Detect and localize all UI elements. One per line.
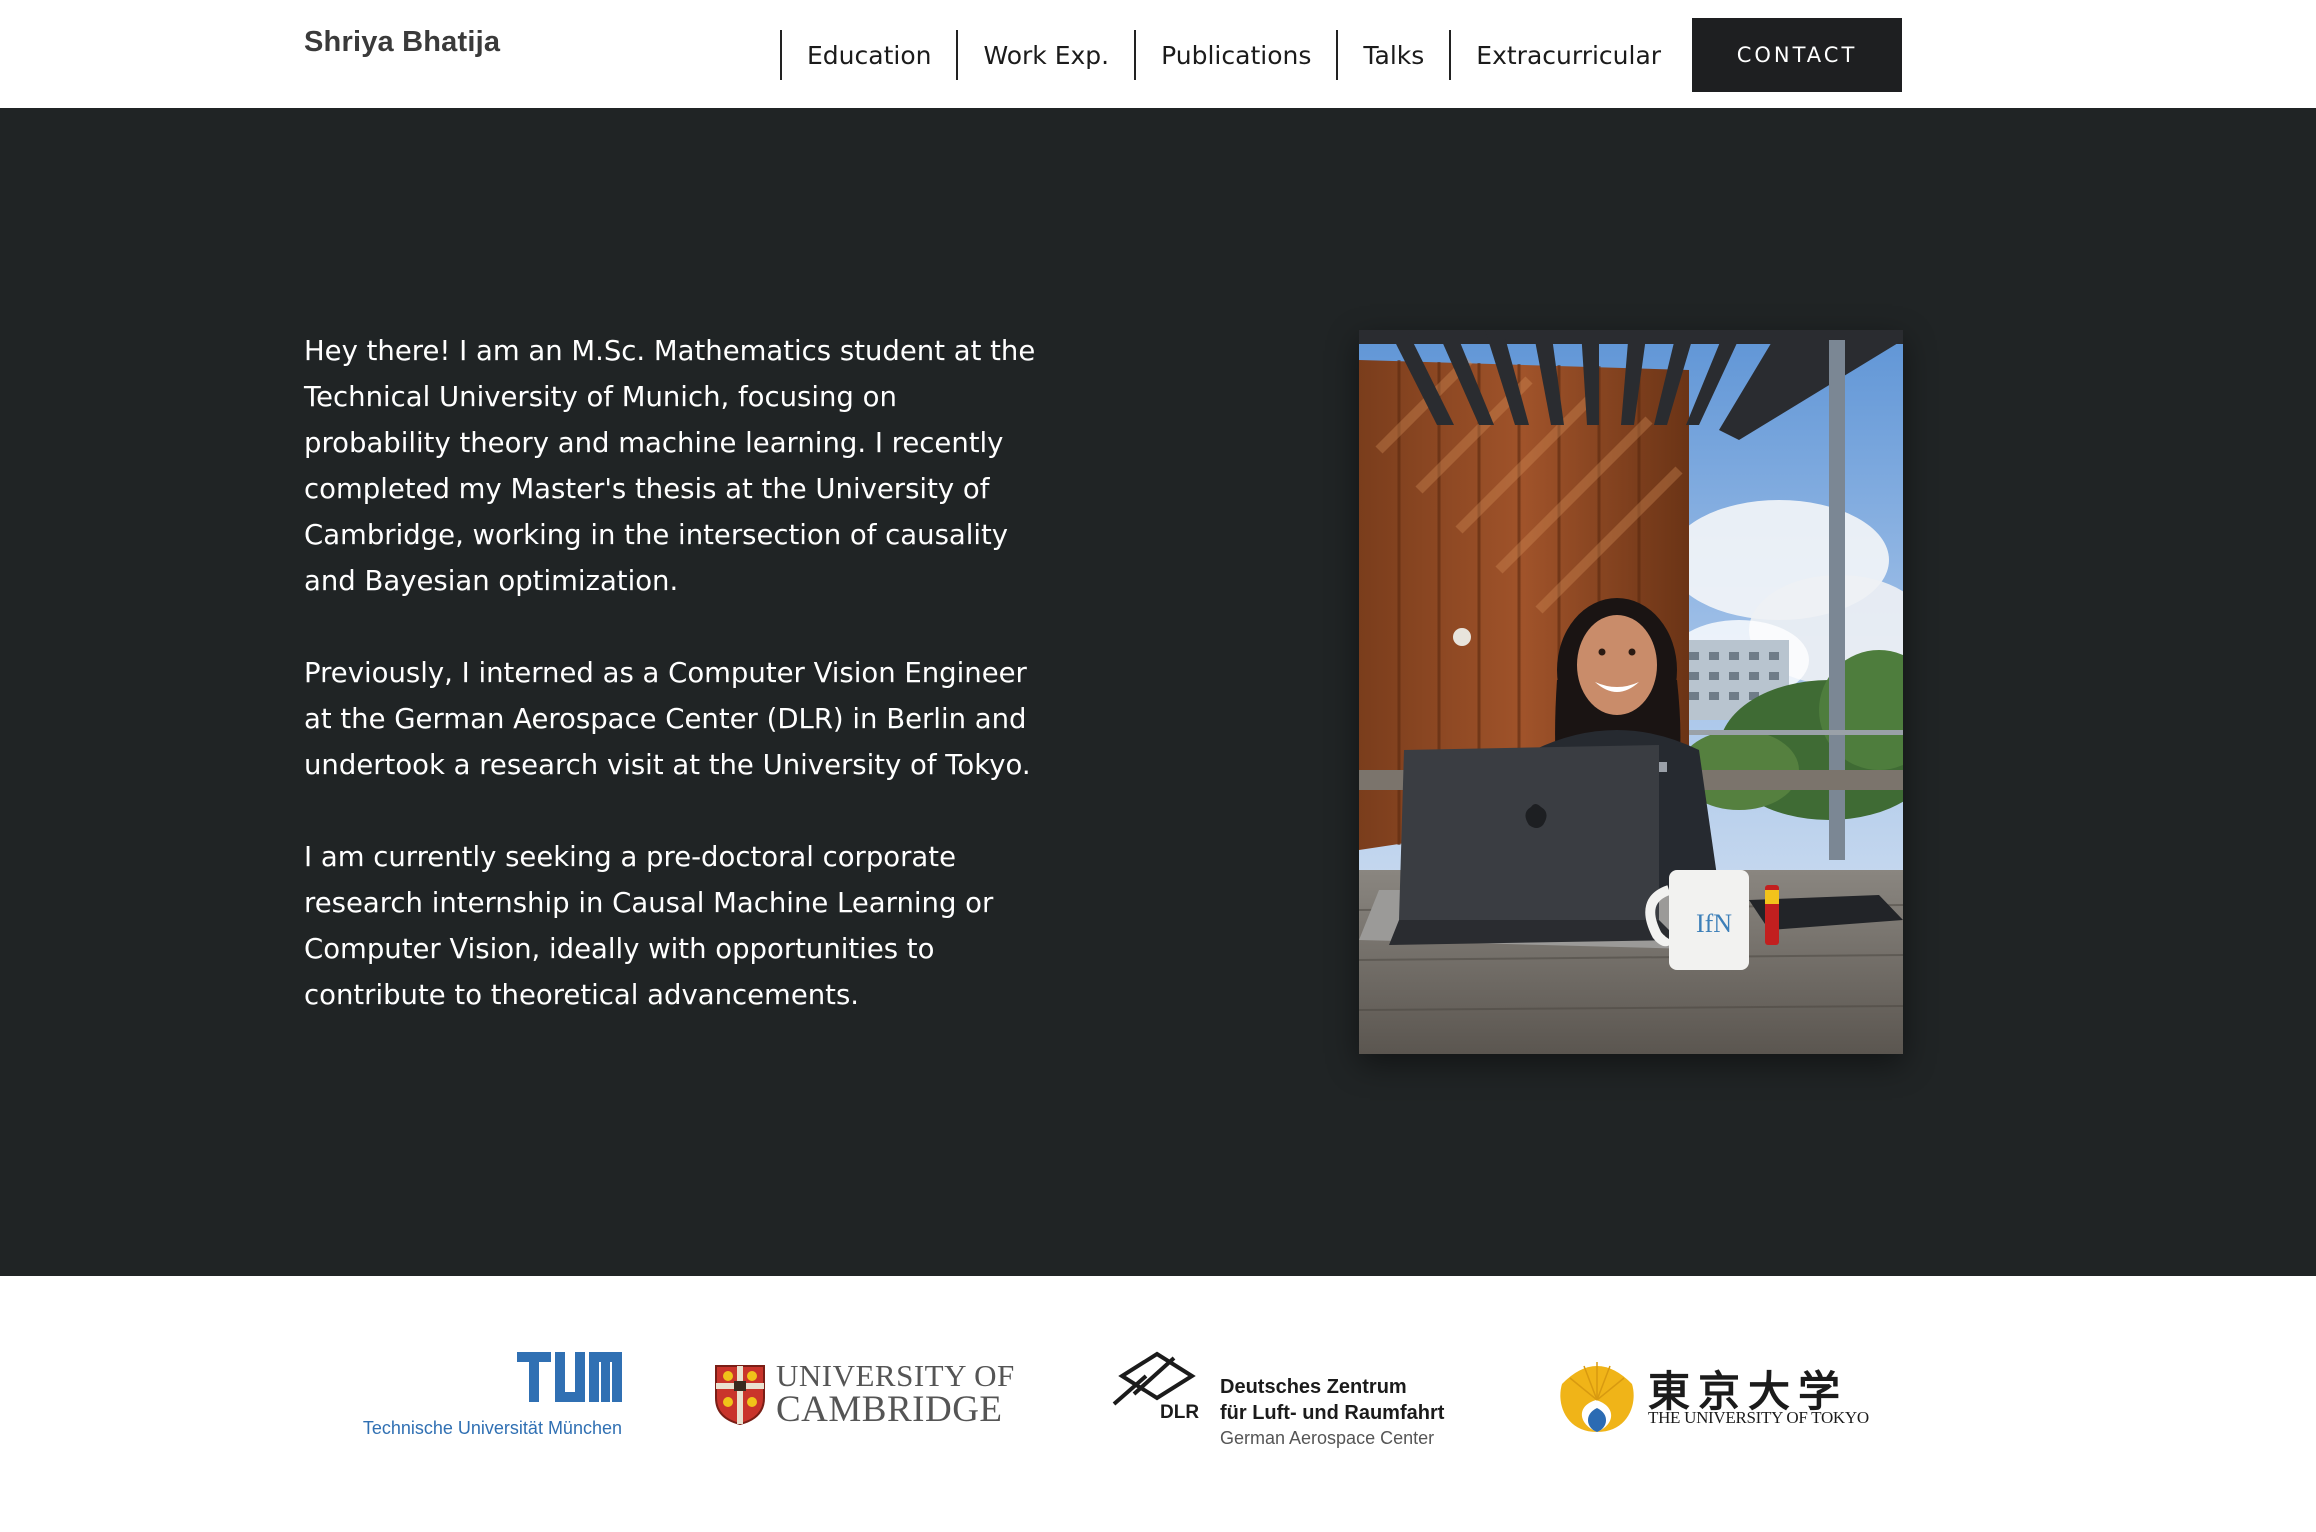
site-header: Shriya Bhatija Education Work Exp. Publi… xyxy=(0,0,2316,108)
utokyo-logo[interactable]: 東京大学 THE UNIVERSITY OF TOKYO xyxy=(1556,1354,1869,1444)
bio-paragraph-intro: Hey there! I am an M.Sc. Mathematics stu… xyxy=(304,335,1036,597)
cambridge-line2: CAMBRIDGE xyxy=(776,1389,1003,1430)
ginkgo-leaf-icon xyxy=(1560,1362,1634,1432)
nav-education[interactable]: Education xyxy=(780,30,956,80)
bio-paragraph-experience: Previously, I interned as a Computer Vis… xyxy=(304,657,1031,781)
bio-text: Hey there! I am an M.Sc. Mathematics stu… xyxy=(304,328,1044,1064)
affiliations-logos: Technische Universität München UNIVERSIT… xyxy=(0,1276,2316,1532)
hero-section: Hey there! I am an M.Sc. Mathematics stu… xyxy=(0,108,2316,1276)
bio-paragraph-seeking: I am currently seeking a pre-doctoral co… xyxy=(304,841,994,1011)
mug-text: IfN xyxy=(1696,909,1732,938)
profile-photo: IfN xyxy=(1359,330,1903,1054)
site-brand[interactable]: Shriya Bhatija xyxy=(304,26,500,59)
nav-extracurricular[interactable]: Extracurricular xyxy=(1449,30,1686,80)
dlr-line3: German Aerospace Center xyxy=(1220,1428,1435,1448)
utokyo-english: THE UNIVERSITY OF TOKYO xyxy=(1648,1408,1869,1427)
nav-talks[interactable]: Talks xyxy=(1336,30,1449,80)
nav-work-exp[interactable]: Work Exp. xyxy=(956,30,1134,80)
dlr-line1: Deutsches Zentrum xyxy=(1220,1376,1407,1398)
tum-logo[interactable]: Technische Universität München xyxy=(352,1352,622,1442)
dlr-abbr: DLR xyxy=(1160,1402,1200,1423)
cambridge-crest-icon xyxy=(715,1365,765,1426)
dlr-line2: für Luft- und Raumfahrt xyxy=(1220,1402,1445,1424)
main-nav: Education Work Exp. Publications Talks E… xyxy=(780,30,1686,80)
dlr-logo[interactable]: DLR Deutsches Zentrum für Luft- und Raum… xyxy=(1112,1350,1462,1460)
cambridge-logo[interactable]: UNIVERSITY OF CAMBRIDGE xyxy=(714,1358,1014,1430)
tum-caption: Technische Universität München xyxy=(362,1418,622,1438)
contact-button[interactable]: CONTACT xyxy=(1692,18,1902,92)
nav-publications[interactable]: Publications xyxy=(1134,30,1336,80)
